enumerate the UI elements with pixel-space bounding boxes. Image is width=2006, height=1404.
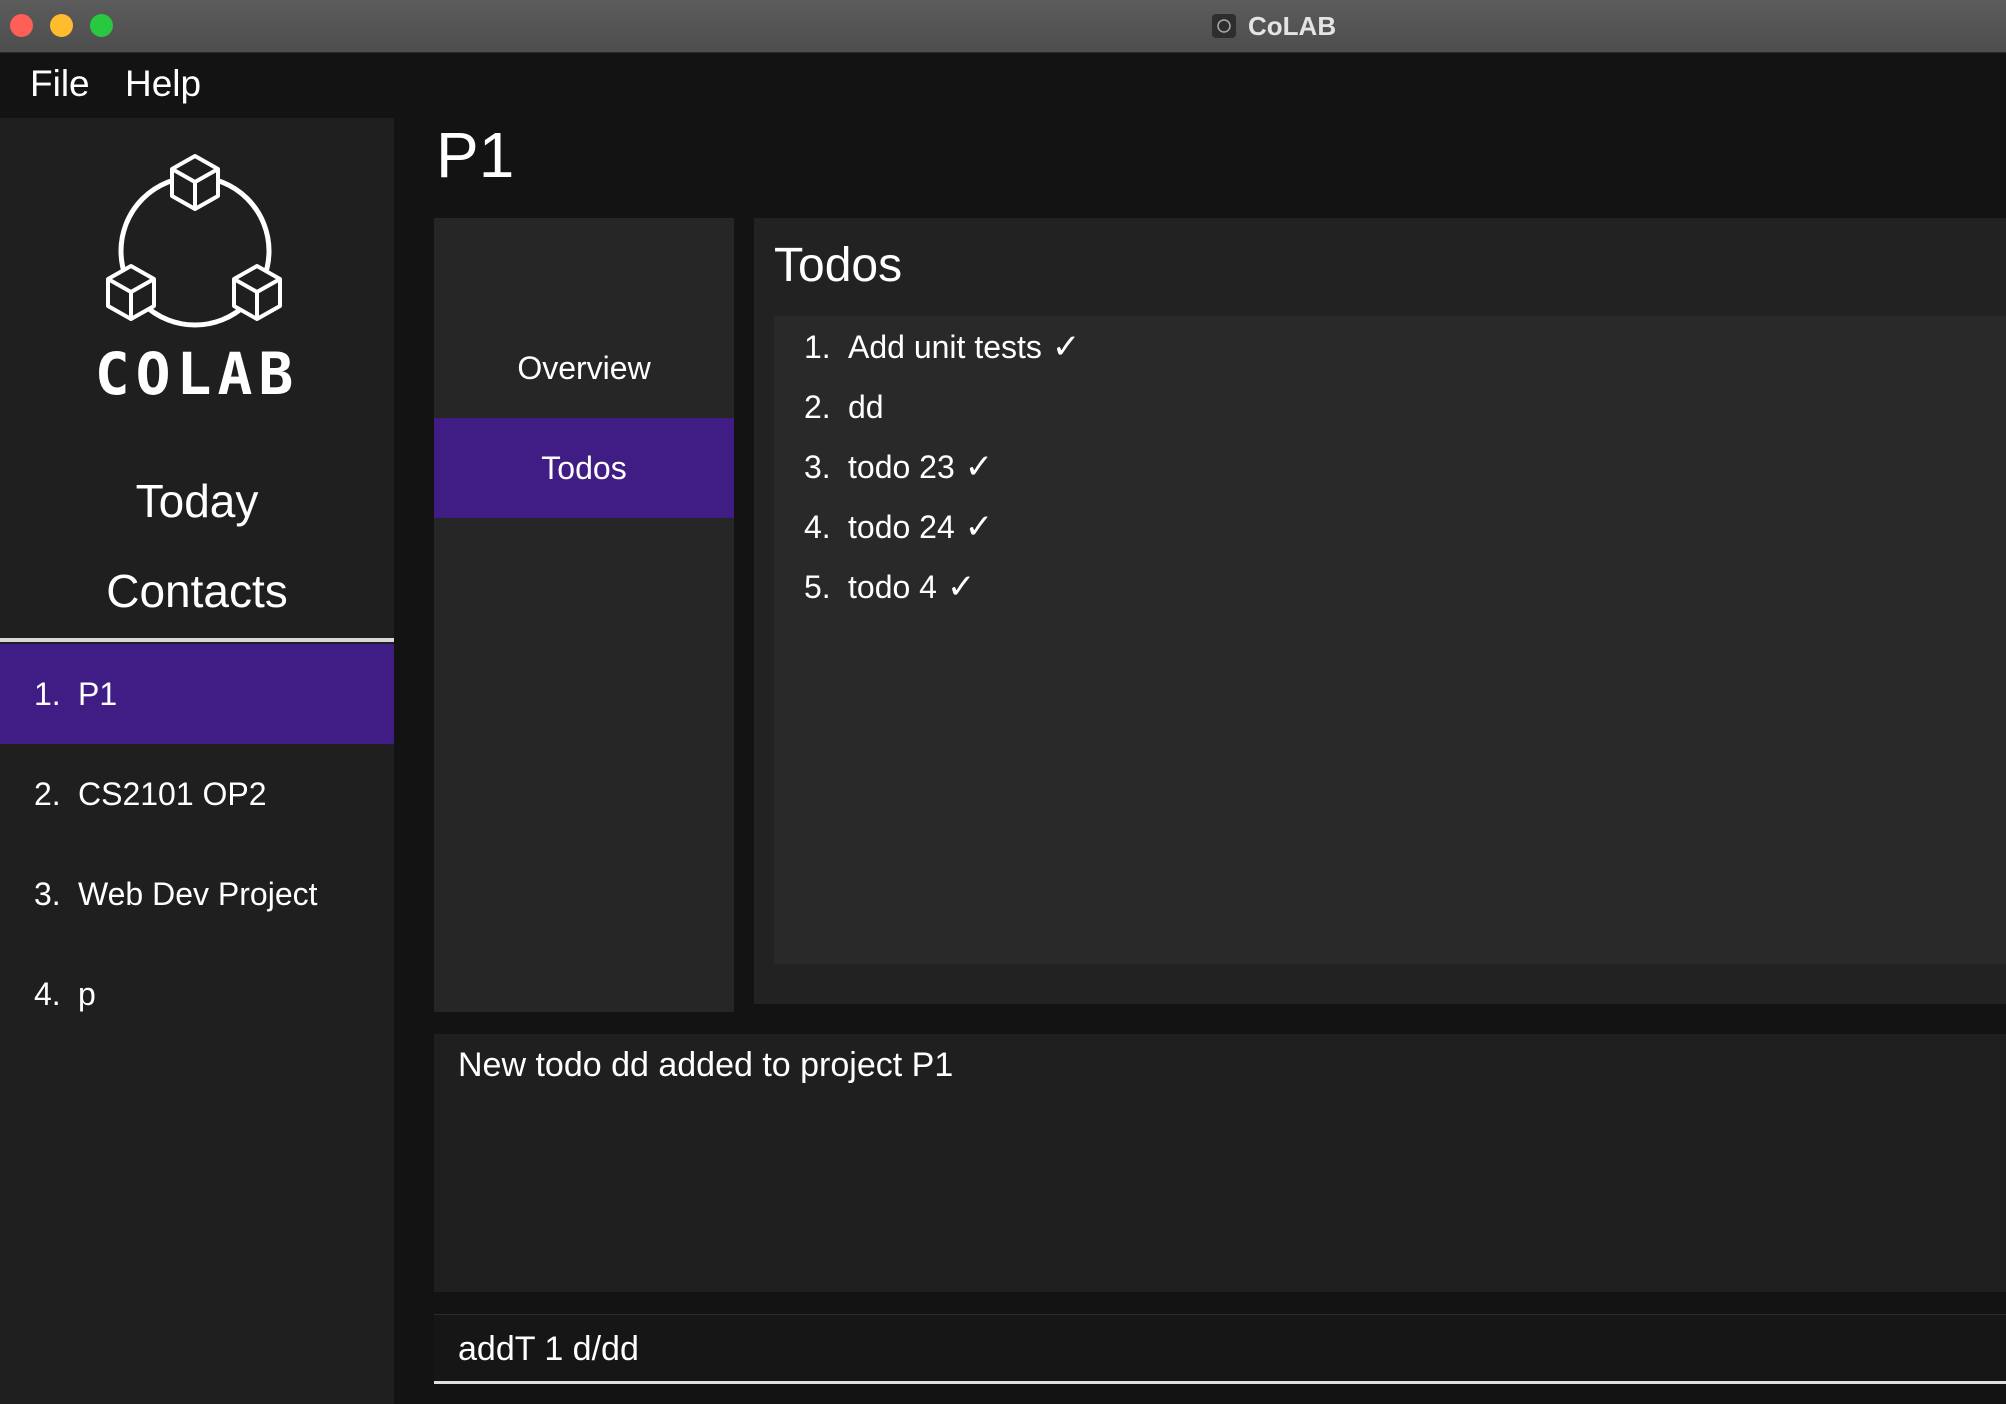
check-icon: ✓ (946, 568, 976, 606)
todo-text: todo 24 (848, 508, 955, 545)
check-icon: ✓ (964, 508, 994, 546)
project-name: CS2101 OP2 (78, 775, 267, 812)
check-icon: ✓ (964, 448, 994, 486)
todo-number: 1. (804, 328, 831, 365)
colab-logo-icon (106, 154, 282, 328)
tab-overview[interactable]: Overview (434, 318, 734, 418)
project-list-item[interactable]: 2. CS2101 OP2 (0, 744, 394, 844)
todo-number: 2. (804, 388, 831, 425)
todo-text: todo 23 (848, 448, 955, 485)
todos-list[interactable]: 1. Add unit tests ✓ 2. dd 3. todo 23 ✓ 4… (774, 316, 2006, 964)
command-box (434, 1314, 2006, 1384)
menu-file[interactable]: File (30, 63, 90, 105)
menu-help[interactable]: Help (125, 63, 201, 105)
command-input[interactable] (456, 1315, 1960, 1383)
todo-number: 3. (804, 448, 831, 485)
zoom-window-button[interactable] (90, 14, 113, 37)
project-name: P1 (78, 675, 118, 712)
project-list-item[interactable]: 1. P1 (0, 644, 394, 744)
todo-item[interactable]: 1. Add unit tests ✓ (804, 318, 1080, 376)
sidebar: COLAB Today Contacts 1. P1 2. CS2101 OP2… (0, 118, 394, 1404)
todo-item[interactable]: 4. todo 24 ✓ (804, 498, 993, 556)
sidebar-divider (0, 638, 394, 642)
window-title-bar: CoLAB (0, 0, 2006, 53)
todo-text: Add unit tests (848, 328, 1042, 365)
nav-today[interactable]: Today (0, 474, 394, 528)
menu-bar: File Help (0, 53, 2006, 118)
colab-app-icon (1212, 14, 1236, 38)
project-name: Web Dev Project (78, 875, 318, 912)
check-icon: ✓ (1051, 328, 1081, 366)
todo-item[interactable]: 2. dd (804, 378, 884, 436)
brand-wordmark: COLAB (94, 340, 300, 408)
minimize-window-button[interactable] (50, 14, 73, 37)
project-number: 3. (34, 875, 61, 912)
project-number: 4. (34, 975, 61, 1012)
result-display: New todo dd added to project P1 (434, 1034, 2006, 1292)
todo-number: 5. (804, 568, 831, 605)
project-number: 1. (34, 675, 61, 712)
project-list-item[interactable]: 4. p (0, 944, 394, 1044)
todo-item[interactable]: 5. todo 4 ✓ (804, 558, 975, 616)
todos-heading: Todos (774, 239, 903, 292)
todos-panel: Todos 1. Add unit tests ✓ 2. dd 3. todo … (754, 218, 2006, 1004)
project-title: P1 (436, 119, 515, 191)
result-message: New todo dd added to project P1 (458, 1046, 954, 1084)
window-title: CoLAB (1212, 8, 1336, 44)
nav-contacts[interactable]: Contacts (0, 564, 394, 618)
project-number: 2. (34, 775, 61, 812)
close-window-button[interactable] (10, 14, 33, 37)
todo-text: todo 4 (848, 568, 937, 605)
window-title-text: CoLAB (1248, 10, 1337, 41)
todo-text: dd (848, 388, 884, 425)
project-name: p (78, 975, 96, 1012)
tab-todos[interactable]: Todos (434, 418, 734, 518)
todo-item[interactable]: 3. todo 23 ✓ (804, 438, 993, 496)
project-tabs: Overview Todos (434, 218, 734, 1012)
project-list-item[interactable]: 3. Web Dev Project (0, 844, 394, 944)
todo-number: 4. (804, 508, 831, 545)
